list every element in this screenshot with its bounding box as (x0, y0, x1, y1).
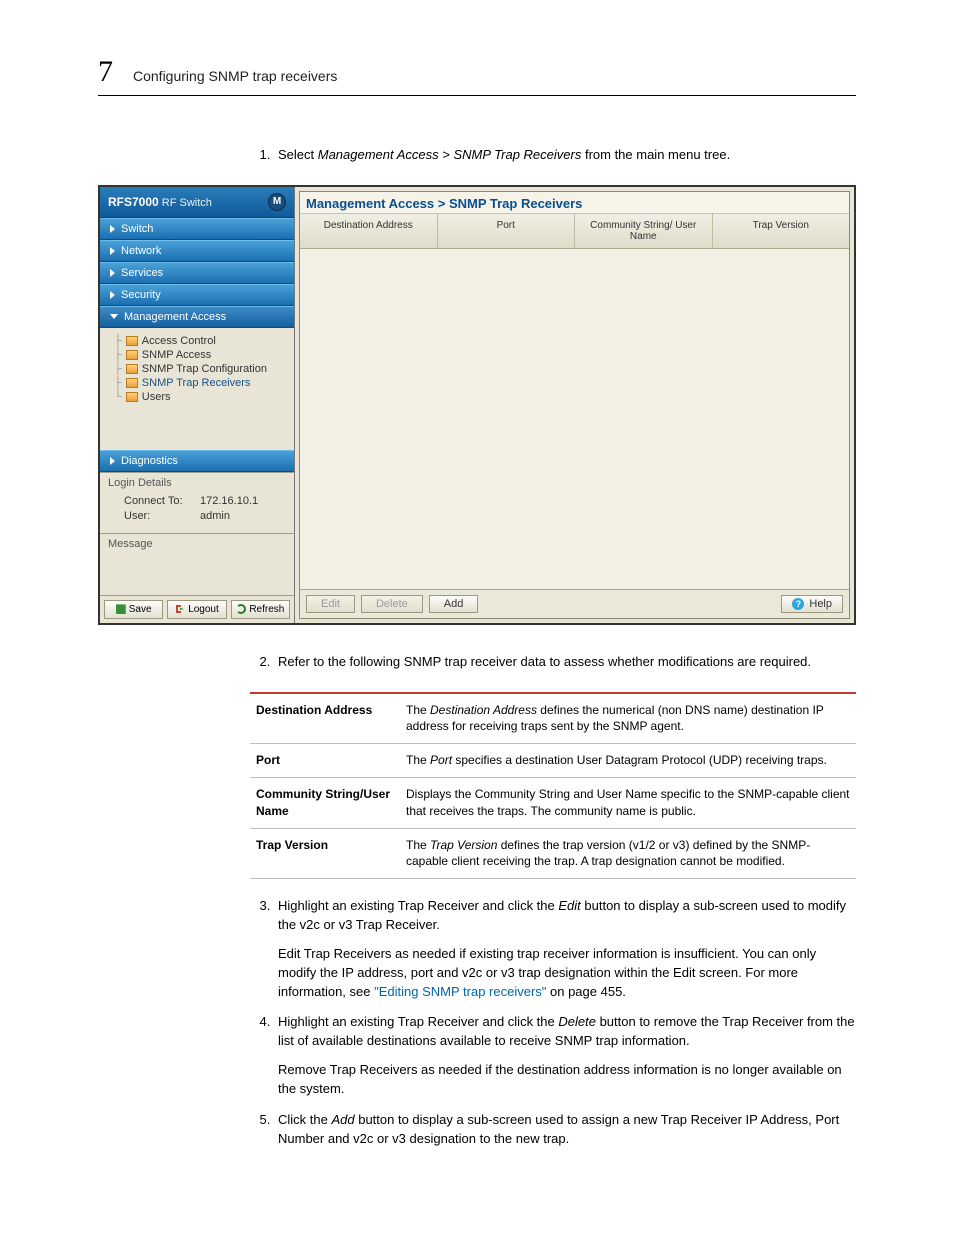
nav-label: Services (121, 267, 163, 279)
tree-label: SNMP Trap Receivers (142, 377, 251, 389)
step-paragraph: Remove Trap Receivers as needed if the d… (278, 1061, 856, 1099)
user-value: admin (200, 510, 230, 522)
nav-tree: ├Access Control ├SNMP Access ├SNMP Trap … (100, 328, 294, 450)
table-row: PortThe Port specifies a destination Use… (250, 744, 856, 778)
def-desc: Displays the Community String and User N… (400, 778, 856, 829)
nav-management-access[interactable]: Management Access (100, 306, 294, 328)
sidebar: RFS7000 RF Switch M Switch Network Servi… (100, 187, 295, 623)
connect-value: 172.16.10.1 (200, 495, 258, 507)
grid-toolbar: Edit Delete Add ? Help (300, 590, 849, 618)
brand-sub: RF Switch (162, 197, 212, 209)
nav-label: Network (121, 245, 161, 257)
xref-editing-snmp-trap-receivers[interactable]: "Editing SNMP trap receivers" (374, 984, 546, 999)
def-desc: The Trap Version defines the trap versio… (400, 828, 856, 879)
tree-snmp-access[interactable]: ├SNMP Access (114, 348, 290, 362)
folder-icon (126, 350, 138, 360)
message-legend: Message (108, 538, 153, 550)
grid-header: Destination Address Port Community Strin… (300, 214, 849, 249)
nav-switch[interactable]: Switch (100, 218, 294, 240)
step-4: Highlight an existing Trap Receiver and … (274, 1013, 856, 1098)
tree-label: SNMP Access (142, 349, 212, 361)
col-community-string[interactable]: Community String/ User Name (575, 214, 713, 248)
def-desc: The Port specifies a destination User Da… (400, 744, 856, 778)
save-button[interactable]: Save (104, 600, 163, 619)
step-3: Highlight an existing Trap Receiver and … (274, 897, 856, 1001)
chapter-title: Configuring SNMP trap receivers (133, 68, 337, 84)
folder-icon (126, 378, 138, 388)
help-button[interactable]: ? Help (781, 595, 843, 613)
tree-label: Access Control (142, 335, 216, 347)
chevron-down-icon (110, 314, 118, 319)
help-icon: ? (792, 598, 804, 610)
def-term: Trap Version (250, 828, 400, 879)
login-legend: Login Details (108, 477, 286, 489)
col-destination-address[interactable]: Destination Address (300, 214, 438, 248)
step-2: Refer to the following SNMP trap receive… (274, 653, 856, 672)
brand-bar: RFS7000 RF Switch M (100, 187, 294, 218)
table-row: Community String/User NameDisplays the C… (250, 778, 856, 829)
nav-network[interactable]: Network (100, 240, 294, 262)
main-panel: Management Access > SNMP Trap Receivers … (299, 191, 850, 619)
app-screenshot: RFS7000 RF Switch M Switch Network Servi… (98, 185, 856, 625)
folder-icon (126, 364, 138, 374)
col-trap-version[interactable]: Trap Version (713, 214, 850, 248)
refresh-icon (236, 604, 246, 614)
table-row: Destination AddressThe Destination Addre… (250, 693, 856, 744)
tree-access-control[interactable]: ├Access Control (114, 334, 290, 348)
edit-button[interactable]: Edit (306, 595, 355, 613)
nav-diagnostics[interactable]: Diagnostics (100, 450, 294, 472)
connect-label: Connect To: (124, 495, 188, 507)
tree-label: Users (142, 391, 171, 403)
nav-label: Switch (121, 223, 153, 235)
button-label: Logout (188, 604, 219, 615)
button-label: Help (809, 598, 832, 610)
grid-body[interactable] (300, 249, 849, 590)
chevron-right-icon (110, 291, 115, 299)
tree-snmp-trap-config[interactable]: ├SNMP Trap Configuration (114, 362, 290, 376)
col-port[interactable]: Port (438, 214, 576, 248)
refresh-button[interactable]: Refresh (231, 600, 290, 619)
def-term: Community String/User Name (250, 778, 400, 829)
login-details: Login Details Connect To: 172.16.10.1 Use… (100, 472, 294, 533)
sidebar-toolbar: Save Logout Refresh (100, 595, 294, 623)
table-row: Trap VersionThe Trap Version defines the… (250, 828, 856, 879)
button-label: Save (129, 604, 152, 615)
chevron-right-icon (110, 269, 115, 277)
save-icon (116, 604, 126, 614)
chevron-right-icon (110, 225, 115, 233)
chevron-right-icon (110, 457, 115, 465)
brand-product: RFS7000 (108, 195, 159, 209)
brand-logo-icon: M (268, 193, 286, 211)
logout-button[interactable]: Logout (167, 600, 226, 619)
nav-label: Diagnostics (121, 455, 178, 467)
tree-snmp-trap-receivers[interactable]: ├SNMP Trap Receivers (114, 376, 290, 390)
user-label: User: (124, 510, 188, 522)
step-paragraph: Edit Trap Receivers as needed if existin… (278, 945, 856, 1002)
nav-security[interactable]: Security (100, 284, 294, 306)
tree-label: SNMP Trap Configuration (142, 363, 267, 375)
def-desc: The Destination Address defines the nume… (400, 693, 856, 744)
add-button[interactable]: Add (429, 595, 479, 613)
field-definitions-table: Destination AddressThe Destination Addre… (250, 692, 856, 880)
def-term: Destination Address (250, 693, 400, 744)
nav-label: Security (121, 289, 161, 301)
step-1: Select Management Access > SNMP Trap Rec… (274, 146, 856, 165)
logout-icon (175, 604, 185, 614)
folder-icon (126, 336, 138, 346)
nav-services[interactable]: Services (100, 262, 294, 284)
def-term: Port (250, 744, 400, 778)
nav-label: Management Access (124, 311, 226, 323)
tree-users[interactable]: └Users (114, 390, 290, 404)
delete-button[interactable]: Delete (361, 595, 423, 613)
chevron-right-icon (110, 247, 115, 255)
button-label: Refresh (249, 604, 284, 615)
breadcrumb: Management Access > SNMP Trap Receivers (300, 192, 849, 214)
step-5: Click the Add button to display a sub-sc… (274, 1111, 856, 1149)
folder-icon (126, 392, 138, 402)
message-box: Message (100, 533, 294, 595)
chapter-number: 7 (98, 55, 113, 89)
page-header: 7 Configuring SNMP trap receivers (98, 55, 856, 96)
